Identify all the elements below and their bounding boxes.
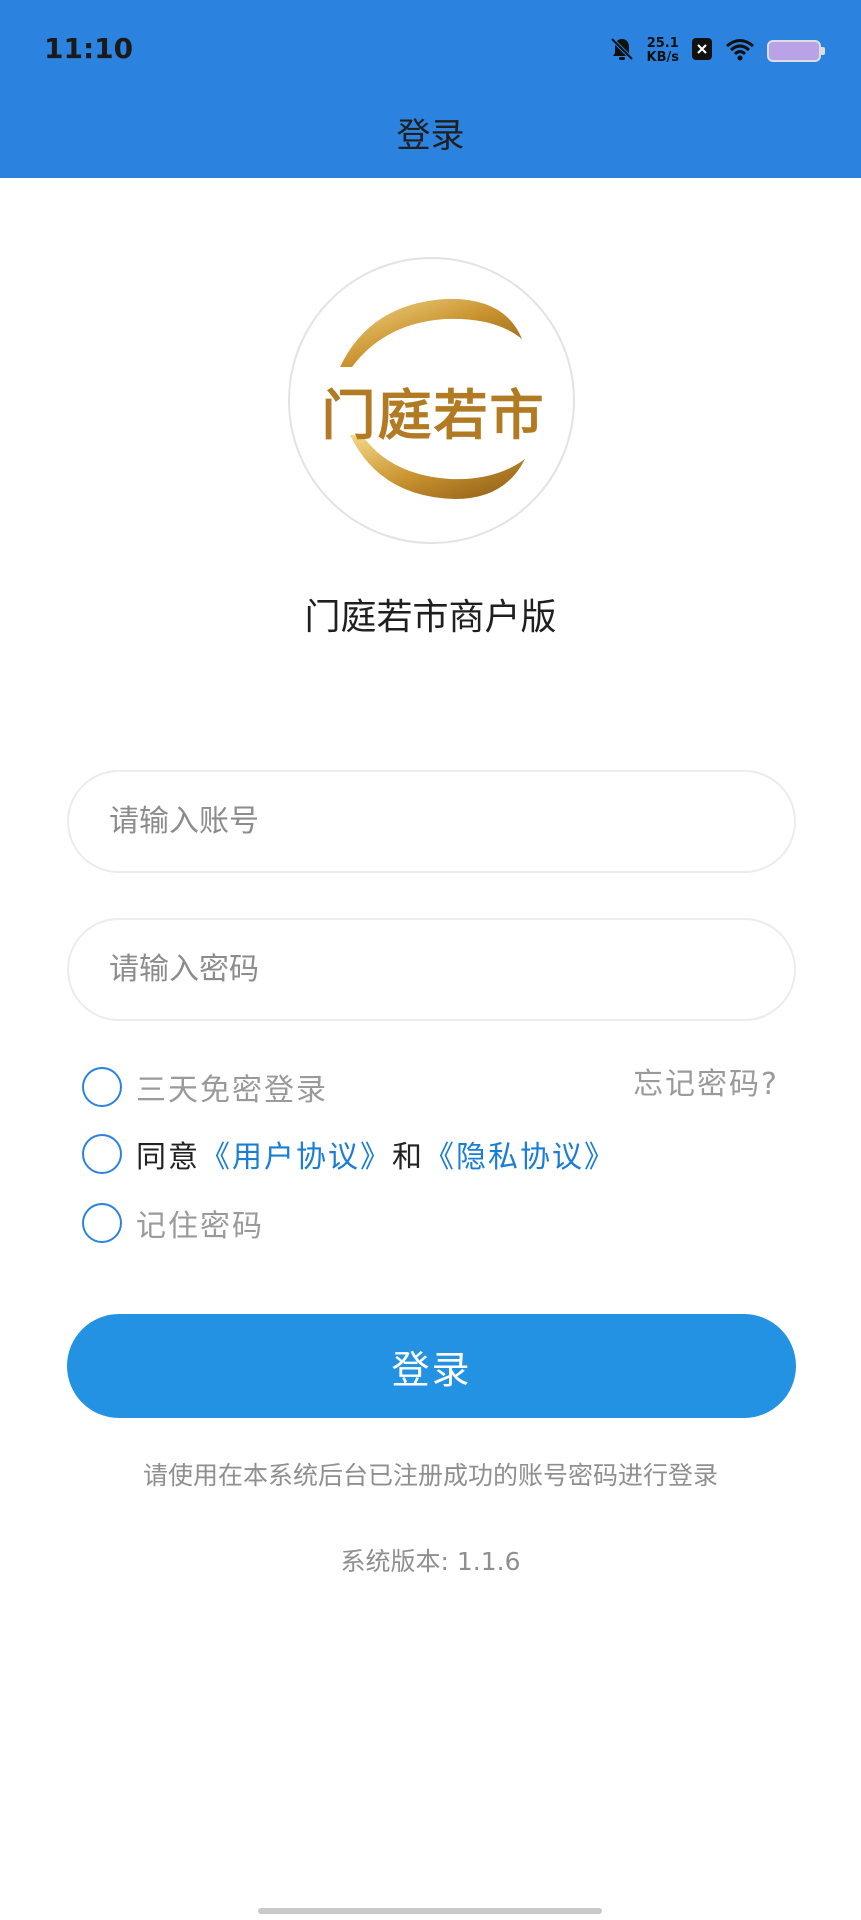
account-input[interactable]: [67, 770, 796, 873]
agree-prefix: 同意: [136, 1140, 200, 1175]
remember-three-days-option[interactable]: 三天免密登录: [82, 1065, 328, 1109]
login-button[interactable]: 登录: [67, 1314, 796, 1418]
password-input[interactable]: [67, 918, 796, 1021]
version-label: 系统版本:: [340, 1547, 449, 1576]
close-box-icon: [691, 37, 713, 65]
net-speed-value: 25.1: [646, 36, 679, 51]
app-logo: 门庭若市: [288, 257, 575, 544]
app-name: 门庭若市商户版: [304, 597, 557, 638]
agree-and: 和: [392, 1140, 424, 1175]
user-agreement-link[interactable]: 《用户协议》: [200, 1140, 392, 1175]
forgot-password-link[interactable]: 忘记密码?: [633, 1059, 779, 1103]
app-header: 11:10 25.1 KB/s 登录: [0, 0, 861, 178]
privacy-agreement-link[interactable]: 《隐私协议》: [424, 1140, 616, 1175]
bell-mute-icon: [609, 36, 635, 66]
battery-icon: [767, 40, 825, 62]
login-screen: 11:10 25.1 KB/s 登录 门庭若市 门庭若市商户版 请输入账号 三天…: [0, 0, 861, 1920]
agreement-radio[interactable]: [82, 1134, 122, 1174]
remember-password-label: 记住密码: [136, 1209, 264, 1244]
remember-password-option[interactable]: 记住密码: [82, 1201, 264, 1245]
remember-password-radio[interactable]: [82, 1203, 122, 1243]
net-speed-unit: KB/s: [646, 50, 679, 65]
status-time: 11:10: [44, 32, 134, 65]
home-indicator[interactable]: [258, 1908, 602, 1914]
remember-three-days-radio[interactable]: [82, 1067, 122, 1107]
agreement-option[interactable]: 同意《用户协议》和《隐私协议》: [82, 1132, 616, 1176]
version-value: 1.1.6: [456, 1547, 521, 1576]
logo-text: 门庭若市: [321, 383, 546, 447]
net-speed: 25.1 KB/s: [647, 37, 679, 65]
remember-three-days-label: 三天免密登录: [136, 1073, 328, 1108]
login-hint: 请使用在本系统后台已注册成功的账号密码进行登录: [142, 1461, 718, 1490]
wifi-icon: [725, 37, 755, 65]
system-version: 系统版本: 1.1.6: [0, 1542, 861, 1578]
status-icons: 25.1 KB/s: [609, 34, 825, 68]
page-title: 登录: [396, 116, 465, 156]
